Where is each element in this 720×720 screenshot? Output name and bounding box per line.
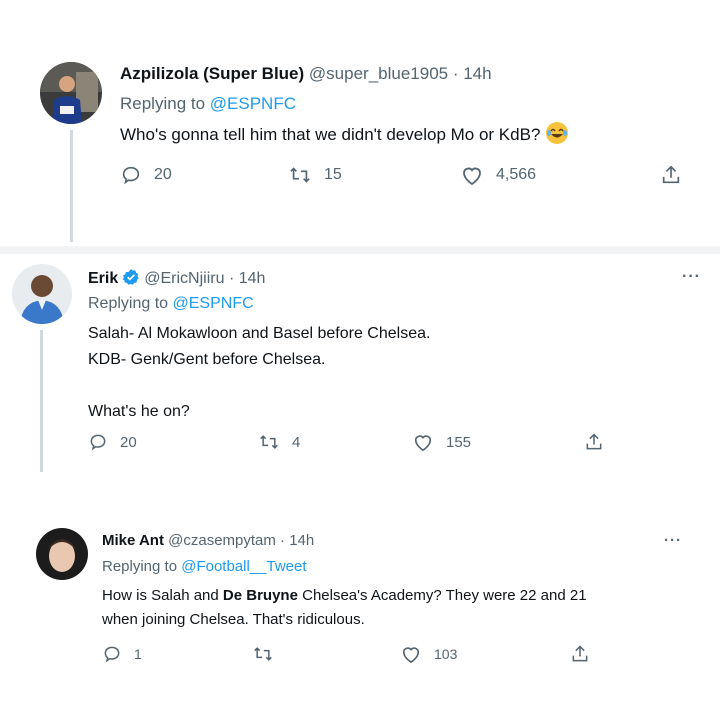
replying-to-link[interactable]: @ESPNFC [210,94,296,113]
retweet-count: 15 [324,166,342,183]
heart-icon [402,647,420,664]
reply-count: 1 [134,646,142,662]
tweet-line: when joining Chelsea. That's ridiculous. [102,611,365,628]
more-options-icon[interactable]: ··· [664,532,682,549]
handle-time[interactable]: @czasempytam · 14h [168,532,314,549]
tweet-text-bold: De Bruyne [222,587,298,604]
tweet-line: Who's gonna tell him that we didn't deve… [120,125,541,144]
retweet-icon [260,435,278,449]
replying-to: Replying to @Football__Tweet [102,558,307,575]
like-count: 4,566 [496,166,537,183]
tweet-1[interactable]: Azpilizola (Super Blue) @super_blue1905 … [0,38,720,244]
tweet-line: KDB- Genk/Gent before Chelsea. [88,351,326,368]
share-icon [662,165,680,184]
like-button[interactable]: 4,566 [460,164,536,186]
heart-icon [463,167,481,186]
retweet-button[interactable]: 4 [258,432,300,452]
tweet-line: Salah- Al Mokawloon and Basel before Che… [88,325,431,342]
share-button[interactable] [584,432,604,452]
tweet-line: How is Salah and De Bruyne Chelsea's Aca… [102,584,587,608]
like-count: 155 [446,433,472,451]
verified-badge-icon [122,268,140,291]
display-name[interactable]: Azpilizola (Super Blue) [120,64,304,83]
avatar[interactable] [12,264,72,324]
more-options-icon[interactable]: ··· [682,268,701,286]
reply-icon [90,434,106,451]
laughing-emoji-icon [546,122,569,144]
thread-line [70,130,73,242]
replying-to: Replying to @ESPNFC [120,94,296,114]
tweet-text-part: Chelsea's Academy? They were 22 and 21 [297,587,587,604]
replying-prefix: Replying to [102,558,182,575]
tweet-3[interactable]: Mike Ant @czasempytam · 14h ··· Replying… [0,514,720,704]
retweet-icon [254,647,272,661]
handle-time[interactable]: @EricNjiiru · 14h [144,270,265,287]
retweet-button[interactable]: 15 [288,164,342,186]
retweet-icon [290,167,310,183]
reply-count: 20 [154,166,172,183]
replying-to: Replying to @ESPNFC [88,295,254,313]
reply-icon [104,646,120,663]
retweet-button[interactable] [252,644,286,664]
avatar[interactable] [36,528,88,580]
tweet-line: What's he on? [88,403,190,420]
reply-button[interactable]: 20 [120,164,172,186]
handle-time[interactable]: @super_blue1905 · 14h [309,64,492,83]
tweet-text-part: How is Salah and [102,587,223,604]
heart-icon [414,435,432,452]
tweet-text: How is Salah and De Bruyne Chelsea's Aca… [102,584,587,632]
share-button[interactable] [660,164,682,186]
thread-line [40,330,43,472]
avatar[interactable] [40,62,102,124]
like-count: 103 [434,646,458,662]
replying-to-link[interactable]: @Football__Tweet [181,558,306,575]
like-button[interactable]: 155 [412,432,471,452]
separator [0,246,720,254]
retweet-count: 4 [292,433,301,451]
replying-prefix: Replying to [88,295,173,312]
share-button[interactable] [570,644,590,664]
reply-button[interactable]: 20 [88,432,137,452]
display-name[interactable]: Erik [88,270,118,287]
tweet-text: Salah- Al Mokawloon and Basel before Che… [88,321,430,425]
reply-button[interactable]: 1 [102,644,142,664]
tweet-header: Erik @EricNjiiru · 14h [88,268,265,291]
like-button[interactable]: 103 [400,644,457,664]
replying-to-link[interactable]: @ESPNFC [173,295,254,312]
replying-prefix: Replying to [120,94,210,113]
tweet-text: Who's gonna tell him that we didn't deve… [120,122,569,148]
share-icon [572,645,588,662]
tweet-header: Azpilizola (Super Blue) @super_blue1905 … [120,64,492,84]
reply-icon [122,166,140,185]
display-name[interactable]: Mike Ant [102,532,164,549]
tweet-header: Mike Ant @czasempytam · 14h [102,532,314,549]
share-icon [586,433,602,450]
reply-count: 20 [120,433,137,451]
tweet-2[interactable]: Erik @EricNjiiru · 14h ··· Replying to @E… [0,254,720,506]
